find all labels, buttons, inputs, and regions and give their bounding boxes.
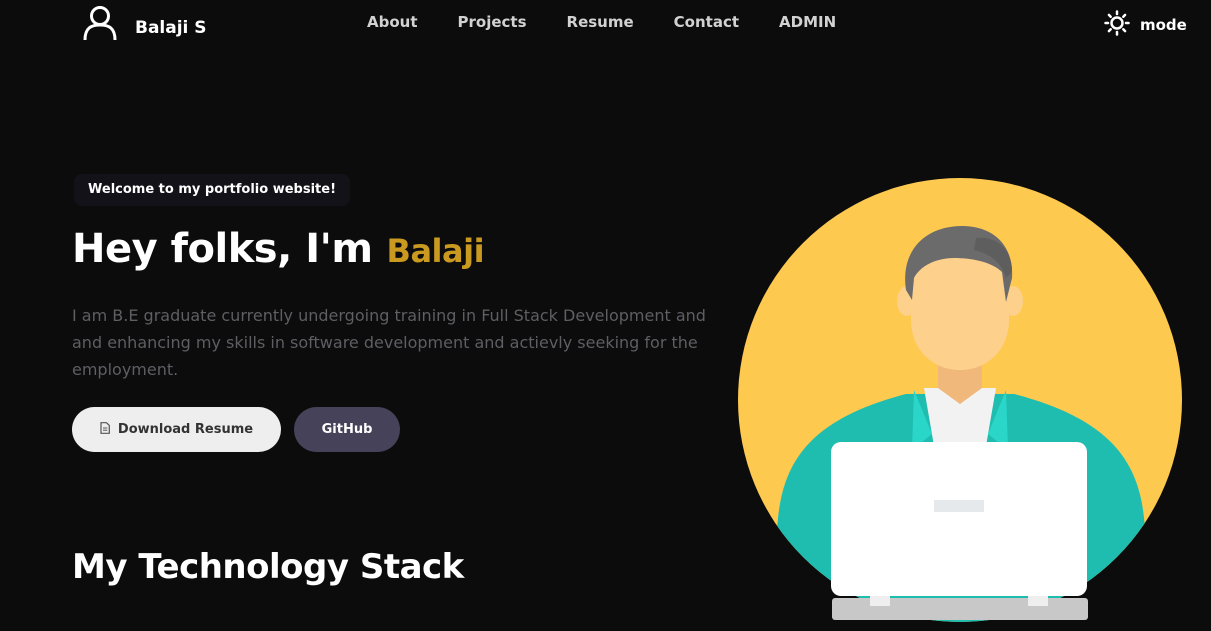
welcome-badge: Welcome to my portfolio website! xyxy=(74,174,350,206)
headline-prefix: Hey folks, I'm xyxy=(72,226,373,272)
github-button[interactable]: GitHub xyxy=(294,407,400,452)
user-icon xyxy=(82,5,118,41)
developer-illustration xyxy=(736,178,1184,631)
nav-projects[interactable]: Projects xyxy=(458,13,527,31)
hero-headline: Hey folks, I'm Balaji xyxy=(72,226,485,272)
nav-resume[interactable]: Resume xyxy=(567,13,634,31)
tech-stack-title: My Technology Stack xyxy=(72,547,464,587)
nav-contact[interactable]: Contact xyxy=(674,13,739,31)
download-resume-label: Download Resume xyxy=(117,422,254,437)
hero-intro: I am B.E graduate currently undergoing t… xyxy=(72,306,706,379)
download-resume-button[interactable]: Download Resume xyxy=(72,407,281,452)
portfolio-page: Balaji S About Projects Resume Contact A… xyxy=(0,0,1211,631)
nav-admin[interactable]: ADMIN xyxy=(779,13,836,31)
main-nav: About Projects Resume Contact ADMIN xyxy=(367,13,836,31)
brand-name: Balaji S xyxy=(135,18,207,38)
sun-icon xyxy=(1104,10,1140,40)
mode-label: mode xyxy=(1140,16,1187,34)
brand[interactable]: Balaji S xyxy=(82,5,207,41)
mode-toggle[interactable]: mode xyxy=(1104,10,1187,40)
headline-name: Balaji xyxy=(386,232,485,270)
nav-about[interactable]: About xyxy=(367,13,418,31)
document-icon xyxy=(100,422,110,437)
